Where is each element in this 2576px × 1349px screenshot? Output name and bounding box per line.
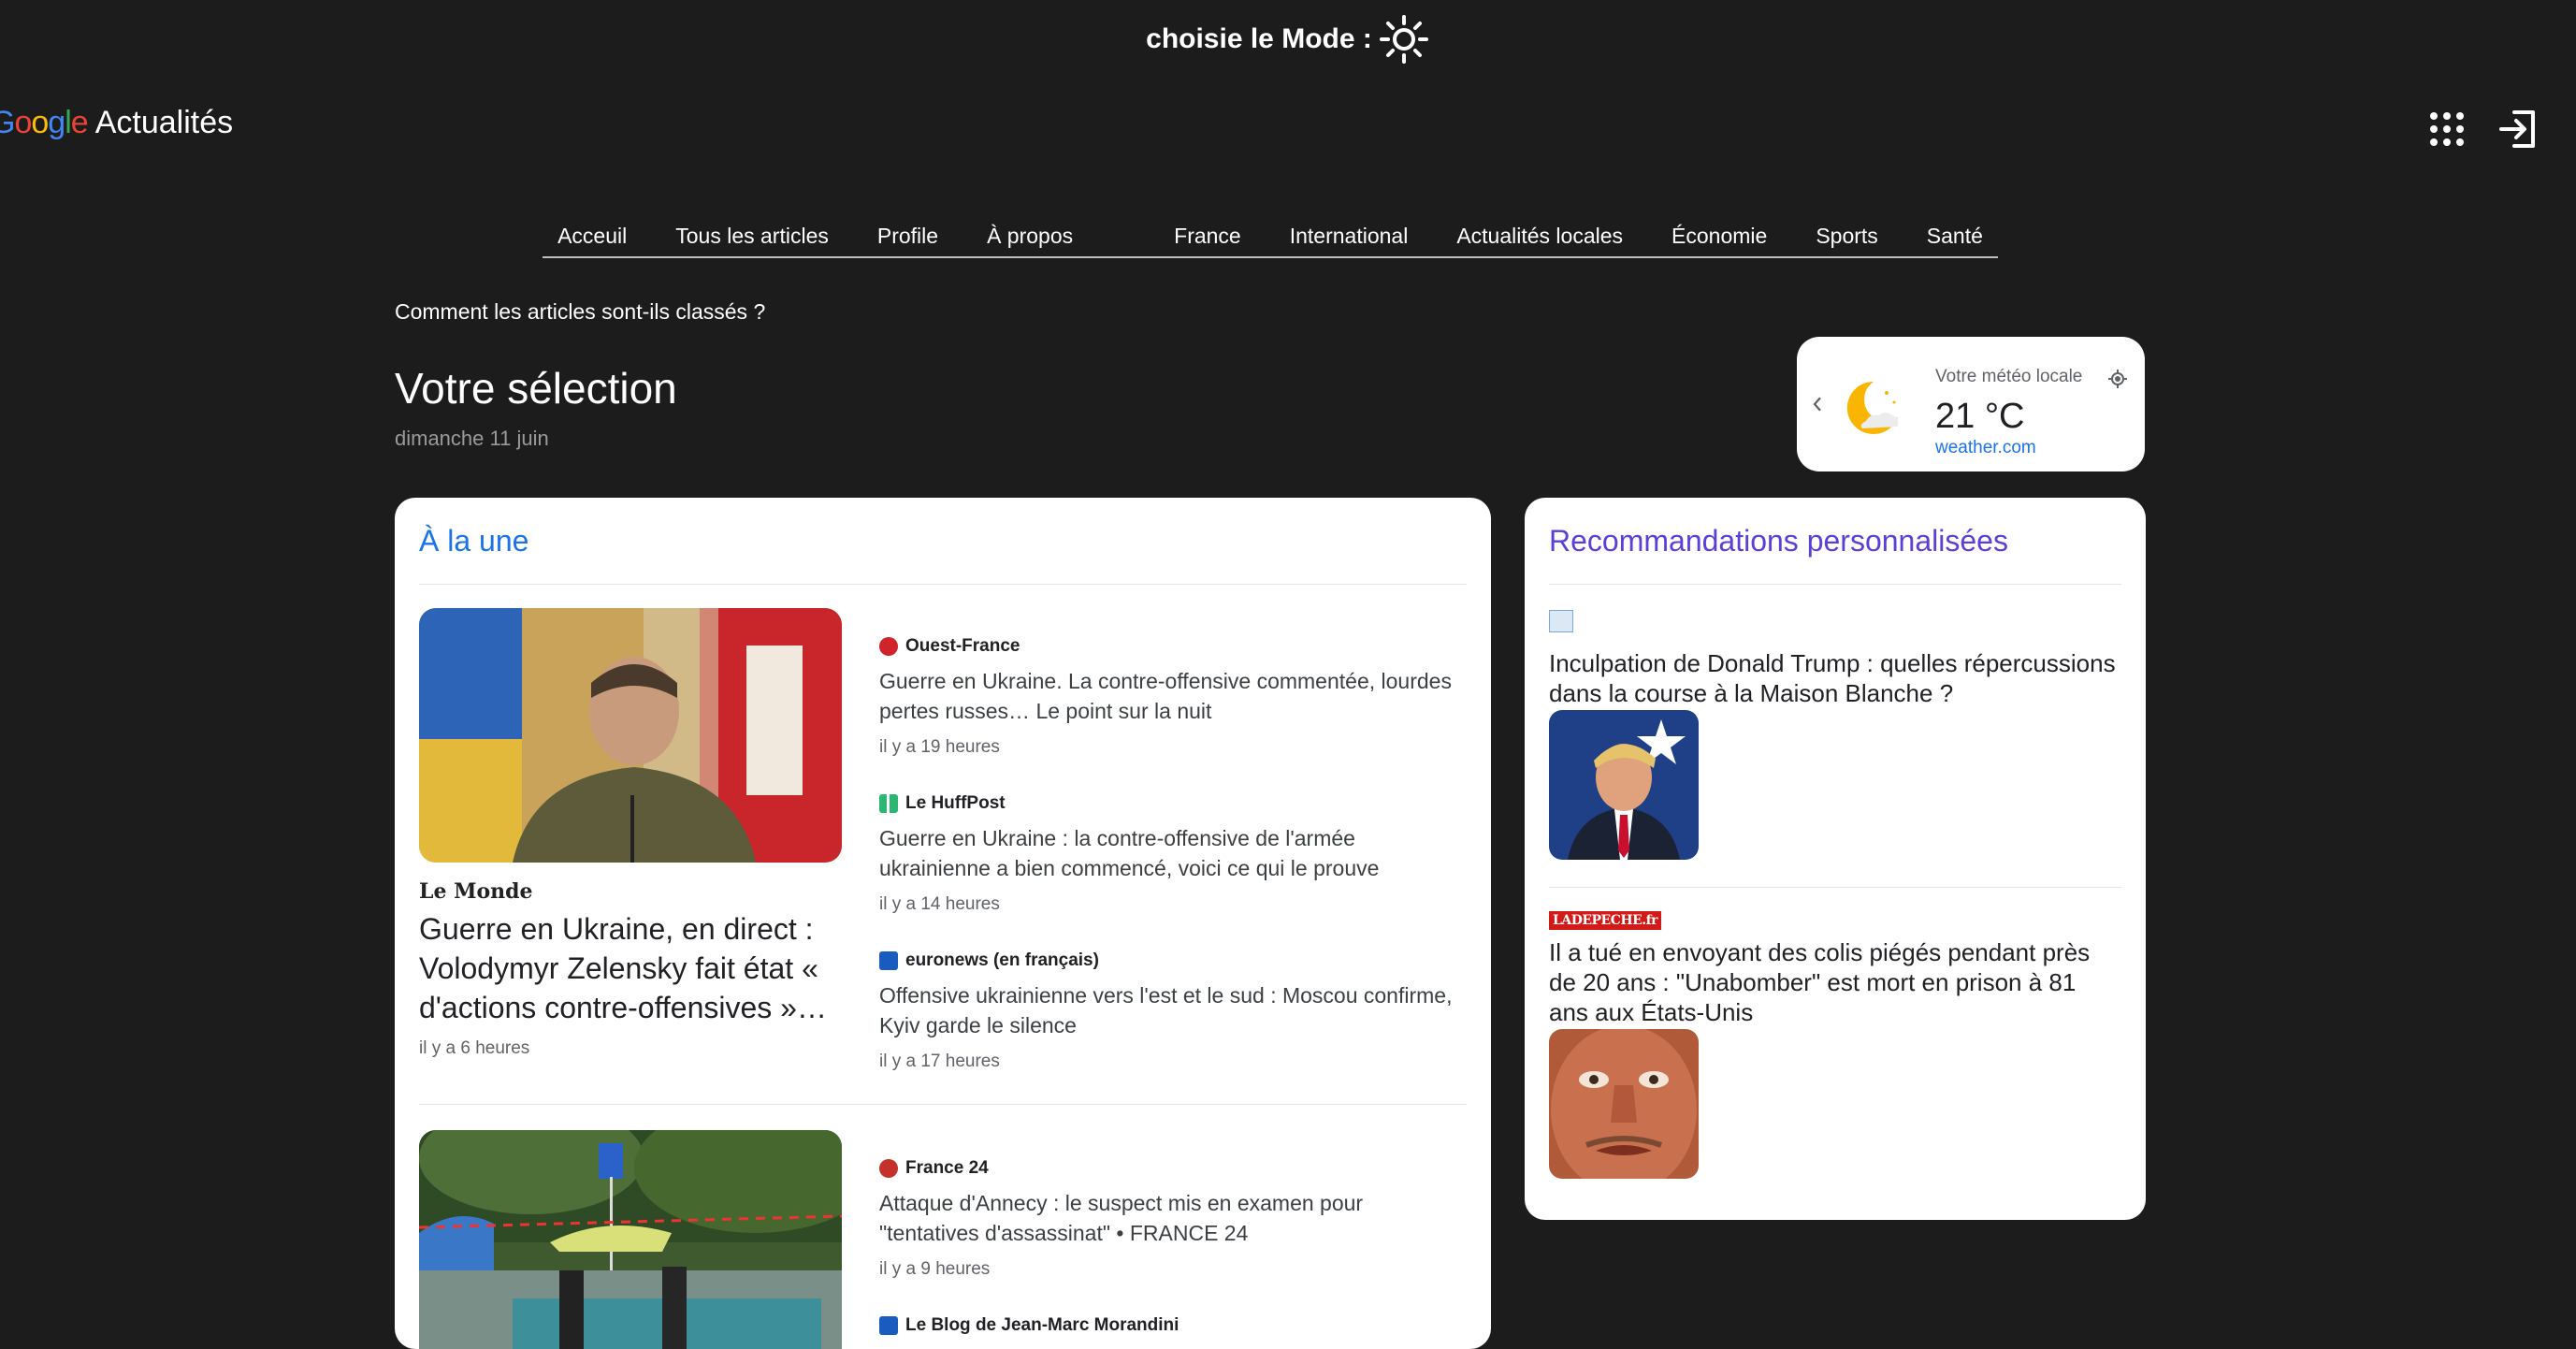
nav-actualites-locales[interactable]: Actualités locales xyxy=(1456,224,1623,253)
recommendations-heading[interactable]: Recommandations personnalisées xyxy=(1549,524,2008,558)
publisher-name: France 24 xyxy=(905,1158,989,1178)
brand-logo[interactable]: Google Actualités xyxy=(0,105,233,141)
france24-favicon xyxy=(879,1159,898,1178)
ouest-france-favicon xyxy=(879,637,898,656)
related-story-time: il y a 9 heures xyxy=(879,1259,991,1279)
sign-in-icon[interactable] xyxy=(2494,105,2542,153)
related-story-source: France 24 xyxy=(879,1158,1467,1179)
recommendation-image[interactable] xyxy=(1549,710,1699,860)
related-story-title[interactable]: Guerre en Ukraine. La contre-offensive c… xyxy=(879,666,1467,726)
related-story[interactable]: Le Blog de Jean-Marc Morandini xyxy=(879,1315,1467,1336)
nav-a-propos[interactable]: À propos xyxy=(987,224,1073,253)
related-story[interactable]: Ouest-France Guerre en Ukraine. La contr… xyxy=(879,636,1467,758)
related-story[interactable]: France 24 Attaque d'Annecy : le suspect … xyxy=(879,1158,1467,1280)
nav-profile[interactable]: Profile xyxy=(877,224,938,253)
weather-label: Votre météo locale xyxy=(1935,367,2083,386)
related-story-title[interactable]: Attaque d'Annecy : le suspect mis en exa… xyxy=(879,1188,1467,1248)
mode-toggle[interactable]: choisie le Mode : xyxy=(0,13,2576,65)
story-image[interactable] xyxy=(419,608,842,863)
related-story-source: Le HuffPost xyxy=(879,793,1467,814)
publisher-favicon xyxy=(1549,610,1573,632)
huffpost-favicon xyxy=(879,794,898,813)
logo-letter: g xyxy=(48,105,65,140)
nav-tous-les-articles[interactable]: Tous les articles xyxy=(675,224,829,253)
logo-letter: e xyxy=(70,105,89,140)
story-cluster: France 24 Attaque d'Annecy : le suspect … xyxy=(419,1130,1467,1349)
location-icon[interactable] xyxy=(2107,369,2128,389)
related-story-time: il y a 19 heures xyxy=(879,737,1000,757)
related-story-time: il y a 14 heures xyxy=(879,894,1000,914)
related-story-title[interactable]: Offensive ukrainienne vers l'est et le s… xyxy=(879,980,1467,1040)
nav-international[interactable]: International xyxy=(1290,224,1409,253)
recommendation-title[interactable]: Inculpation de Donald Trump : quelles ré… xyxy=(1549,648,2121,708)
publisher-logo: Le Monde xyxy=(419,879,533,904)
recommendations-card: Recommandations personnalisées Inculpati… xyxy=(1525,498,2146,1220)
publisher-name: Ouest-France xyxy=(905,636,1020,656)
related-story[interactable]: Le HuffPost Guerre en Ukraine : la contr… xyxy=(879,793,1467,915)
page-date: dimanche 11 juin xyxy=(395,427,549,450)
sun-icon[interactable] xyxy=(1378,13,1430,65)
recommendation-image[interactable] xyxy=(1549,1029,1699,1179)
page-title: Votre sélection xyxy=(395,364,677,413)
divider xyxy=(1549,584,2121,585)
divider xyxy=(419,584,1467,585)
nav-economie[interactable]: Économie xyxy=(1672,224,1767,253)
recommendation-item[interactable]: LADEPECHE.fr Il a tué en envoyant des co… xyxy=(1549,911,2121,1179)
divider xyxy=(419,1104,1467,1105)
moon-icon xyxy=(1838,376,1903,442)
divider xyxy=(1549,887,2121,888)
weather-source-link[interactable]: weather.com xyxy=(1935,438,2036,458)
morandini-blog-favicon xyxy=(879,1316,898,1335)
top-stories-card: À la une Le Monde Guerre en Ukraine, en … xyxy=(395,498,1491,1349)
publisher-name: Le Blog de Jean-Marc Morandini xyxy=(905,1315,1179,1335)
related-story-source: Ouest-France xyxy=(879,636,1467,657)
apps-grid-icon[interactable] xyxy=(2423,105,2471,153)
nav-france[interactable]: France xyxy=(1174,224,1241,253)
story-cluster: Le Monde Guerre en Ukraine, en direct : … xyxy=(419,608,1467,1076)
logo-letter: G xyxy=(0,105,15,140)
mode-toggle-label: choisie le Mode : xyxy=(1146,23,1372,54)
related-story-time: il y a 17 heures xyxy=(879,1052,1000,1071)
logo-letter: o xyxy=(14,105,32,140)
related-story-source: Le Blog de Jean-Marc Morandini xyxy=(879,1315,1467,1336)
publisher-name: euronews (en français) xyxy=(905,950,1099,970)
story-image[interactable] xyxy=(419,1130,842,1349)
related-story-source: euronews (en français) xyxy=(879,950,1467,971)
logo-letter: o xyxy=(31,105,49,140)
recommendation-item[interactable]: Inculpation de Donald Trump : quelles ré… xyxy=(1549,610,2121,860)
nav-sports[interactable]: Sports xyxy=(1816,224,1877,253)
weather-temperature: 21 °C xyxy=(1935,397,2025,436)
main-nav: Acceuil Tous les articles Profile À prop… xyxy=(543,219,1998,258)
nav-acceuil[interactable]: Acceuil xyxy=(557,224,627,253)
chevron-left-icon[interactable] xyxy=(1806,389,1829,419)
publisher-name: Le HuffPost xyxy=(905,793,1006,813)
lead-story-title[interactable]: Guerre en Ukraine, en direct : Volodymyr… xyxy=(419,909,842,1027)
google-logo: Google xyxy=(0,105,89,141)
recommendation-title[interactable]: Il a tué en envoyant des colis piégés pe… xyxy=(1549,937,2121,1027)
ranking-info-link[interactable]: Comment les articles sont-ils classés ? xyxy=(395,299,765,325)
related-story-title[interactable]: Guerre en Ukraine : la contre-offensive … xyxy=(879,823,1467,883)
top-stories-heading[interactable]: À la une xyxy=(419,524,528,558)
weather-widget[interactable]: Votre météo locale 21 °C weather.com xyxy=(1797,337,2145,471)
header-actions xyxy=(2423,105,2542,153)
euronews-favicon xyxy=(879,951,898,970)
app-title: Actualités xyxy=(94,105,234,140)
nav-sante[interactable]: Santé xyxy=(1927,224,1983,253)
ladepeche-logo: LADEPECHE.fr xyxy=(1549,911,1662,930)
lead-story-time: il y a 6 heures xyxy=(419,1038,530,1058)
related-story[interactable]: euronews (en français) Offensive ukraini… xyxy=(879,950,1467,1072)
